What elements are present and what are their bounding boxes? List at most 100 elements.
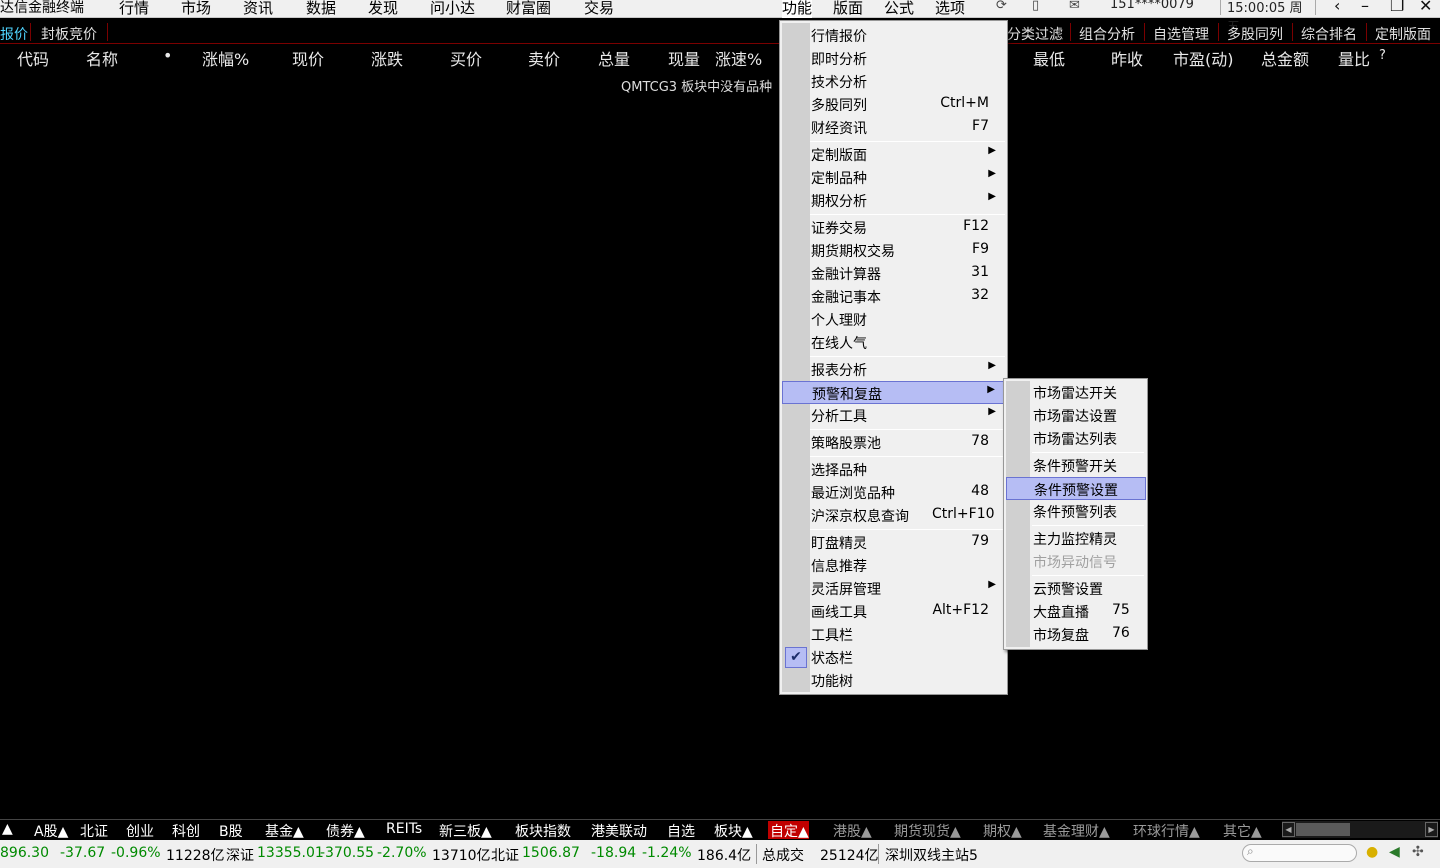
bottom-tab-chinext[interactable]: 创业 — [124, 821, 154, 840]
restore-icon[interactable]: ❐ — [1390, 0, 1404, 15]
submenu-item-alert-settings[interactable]: 条件预警设置 — [1006, 477, 1146, 500]
menu-item-quote[interactable]: 行情报价 — [782, 24, 1004, 47]
col-ask[interactable]: 卖价 — [528, 46, 560, 70]
scroll-thumb[interactable] — [1296, 823, 1350, 836]
bottom-tab-bse[interactable]: 北证 — [78, 821, 108, 840]
col-volume[interactable]: 总量 — [598, 46, 630, 70]
menu-item-custom-variety[interactable]: 定制品种 ▶ — [782, 166, 1004, 189]
col-change[interactable]: 涨跌 — [371, 46, 403, 70]
scroll-right-icon[interactable]: ▶ — [1425, 822, 1438, 837]
tab-multi-stock[interactable]: 多股同列 — [1227, 24, 1283, 44]
menu-gongneng[interactable]: 功能 — [782, 0, 813, 18]
bottom-tab-sector-index[interactable]: 板块指数 — [513, 821, 571, 840]
submenu-item-market-review[interactable]: 市场复盘 76 — [1006, 623, 1146, 646]
bottom-tab-global[interactable]: 环球行情▲ — [1131, 821, 1200, 840]
bottom-tab-neeq[interactable]: 新三板▲ — [437, 821, 492, 840]
menu-item-news[interactable]: 财经资讯 F7 — [782, 116, 1004, 139]
phone-icon[interactable]: ▯ — [1032, 0, 1039, 13]
bottom-tab-bond[interactable]: 债券▲ — [324, 821, 365, 840]
menu-item-function-tree[interactable]: 功能树 — [782, 669, 1004, 692]
bottom-tab-a-share[interactable]: A股▲ — [32, 821, 68, 840]
submenu-item-alert-toggle[interactable]: 条件预警开关 — [1006, 454, 1146, 477]
col-dot[interactable]: • — [163, 46, 172, 65]
menu-item-custom-layout[interactable]: 定制版面 ▶ — [782, 143, 1004, 166]
menu-item-securities-trade[interactable]: 证券交易 F12 — [782, 216, 1004, 239]
col-speed[interactable]: 涨速% — [715, 46, 762, 70]
menu-shichang[interactable]: 市场 — [181, 0, 211, 18]
tab-watchlist-manage[interactable]: 自选管理 — [1153, 24, 1209, 44]
submenu-item-main-force-monitor[interactable]: 主力监控精灵 — [1006, 527, 1146, 550]
menu-caifuquan[interactable]: 财富圈 — [506, 0, 551, 18]
bottom-tab-sector[interactable]: 板块▲ — [712, 821, 753, 840]
menu-banmian[interactable]: 版面 — [833, 0, 863, 18]
coin-icon[interactable]: ● — [1366, 844, 1378, 860]
submenu-item-radar-settings[interactable]: 市场雷达设置 — [1006, 404, 1146, 427]
bottom-tab-wealth[interactable]: 基金理财▲ — [1041, 821, 1110, 840]
bottom-tab-fund[interactable]: 基金▲ — [263, 821, 304, 840]
menu-item-personal-finance[interactable]: 个人理财 — [782, 308, 1004, 331]
menu-wenxiaoda[interactable]: 问小达 — [430, 0, 475, 18]
bottom-tab-options[interactable]: 期权▲ — [981, 821, 1022, 840]
col-change-pct[interactable]: 涨幅% — [202, 46, 249, 70]
col-current-volume[interactable]: 现量 — [668, 46, 700, 70]
server-name[interactable]: 深圳双线主站5 — [885, 845, 978, 865]
menu-item-calculator[interactable]: 金融计算器 31 — [782, 262, 1004, 285]
bottom-tab-custom[interactable]: 自定▲ — [768, 821, 809, 840]
menu-item-alert-review[interactable]: 预警和复盘 ▶ — [782, 381, 1004, 404]
menu-hangqing[interactable]: 行情 — [119, 0, 149, 18]
menu-item-notebook[interactable]: 金融记事本 32 — [782, 285, 1004, 308]
menu-item-recent[interactable]: 最近浏览品种 48 — [782, 481, 1004, 504]
close-icon[interactable]: ✕ — [1419, 0, 1432, 15]
menu-item-online-popularity[interactable]: 在线人气 — [782, 331, 1004, 354]
menu-item-recommend[interactable]: 信息推荐 — [782, 554, 1004, 577]
submenu-item-market-live[interactable]: 大盘直播 75 — [1006, 600, 1146, 623]
col-low[interactable]: 最低 — [1033, 46, 1065, 70]
submenu-item-radar-toggle[interactable]: 市场雷达开关 — [1006, 381, 1146, 404]
submenu-item-alert-list[interactable]: 条件预警列表 — [1006, 500, 1146, 523]
menu-gongshi[interactable]: 公式 — [884, 0, 914, 18]
tab-category-filter[interactable]: 分类过滤 — [1007, 24, 1063, 44]
bottom-tab-other[interactable]: 其它▲ — [1221, 821, 1262, 840]
menu-item-market-watcher[interactable]: 盯盘精灵 79 — [782, 531, 1004, 554]
speaker-icon[interactable]: ◀ — [1389, 844, 1400, 860]
menu-zixun[interactable]: 资讯 — [243, 0, 273, 18]
menu-item-statusbar[interactable]: ✔ 状态栏 — [782, 646, 1004, 669]
minimize-icon[interactable]: – — [1361, 0, 1369, 15]
menu-jiaoyi[interactable]: 交易 — [584, 0, 614, 18]
bottom-tab-reits[interactable]: REITs — [384, 821, 422, 839]
bottom-tab-hk-us-link[interactable]: 港美联动 — [589, 821, 647, 840]
col-bid[interactable]: 买价 — [450, 46, 482, 70]
col-prev-close[interactable]: 昨收 — [1111, 46, 1143, 70]
tab-portfolio-analysis[interactable]: 组合分析 — [1079, 24, 1135, 44]
bottom-tab-star[interactable]: 科创 — [170, 821, 200, 840]
menu-item-strategy-pool[interactable]: 策略股票池 78 — [782, 431, 1004, 454]
submenu-item-radar-list[interactable]: 市场雷达列表 — [1006, 427, 1146, 450]
col-code[interactable]: 代码 — [17, 46, 49, 70]
mail-icon[interactable]: ✉ — [1069, 0, 1080, 13]
menu-item-select-variety[interactable]: 选择品种 — [782, 458, 1004, 481]
col-volume-ratio[interactable]: 量比 — [1338, 46, 1370, 70]
status-search-input[interactable]: ⌕ — [1242, 844, 1357, 862]
bottom-tab-futures-spot[interactable]: 期货现货▲ — [892, 821, 961, 840]
col-name[interactable]: 名称 — [86, 46, 118, 70]
scroll-left-icon[interactable]: ◀ — [1282, 822, 1295, 837]
tab-ranking[interactable]: 综合排名 — [1301, 24, 1357, 44]
col-amount[interactable]: 总金额 — [1261, 46, 1309, 70]
col-help-icon[interactable]: ? — [1379, 48, 1386, 63]
col-price[interactable]: 现价 — [292, 46, 324, 70]
menu-shuju[interactable]: 数据 — [306, 0, 336, 18]
menu-item-analysis-tools[interactable]: 分析工具 ▶ — [782, 404, 1004, 427]
menu-item-multi-stock[interactable]: 多股同列 Ctrl+M — [782, 93, 1004, 116]
bottom-tab-b-share[interactable]: B股 — [217, 821, 243, 840]
refresh-icon[interactable]: ⟳ — [996, 0, 1007, 13]
menu-item-futures-trade[interactable]: 期货期权交易 F9 — [782, 239, 1004, 262]
menu-item-rights-query[interactable]: 沪深京权息查询 Ctrl+F10 — [782, 504, 1004, 527]
tab-quote[interactable]: 报价 — [0, 24, 28, 44]
col-pe[interactable]: 市盈(动) — [1173, 46, 1234, 70]
bottom-tab-hk[interactable]: 港股▲ — [831, 821, 872, 840]
tab-seal-auction[interactable]: 封板竞价 — [41, 24, 97, 44]
tab-custom-layout[interactable]: 定制版面 — [1375, 24, 1431, 44]
back-icon[interactable]: ‹ — [1334, 0, 1340, 15]
tabs-scrollbar[interactable]: ◀ ▶ — [1282, 821, 1438, 838]
menu-xuanxiang[interactable]: 选项 — [935, 0, 965, 18]
